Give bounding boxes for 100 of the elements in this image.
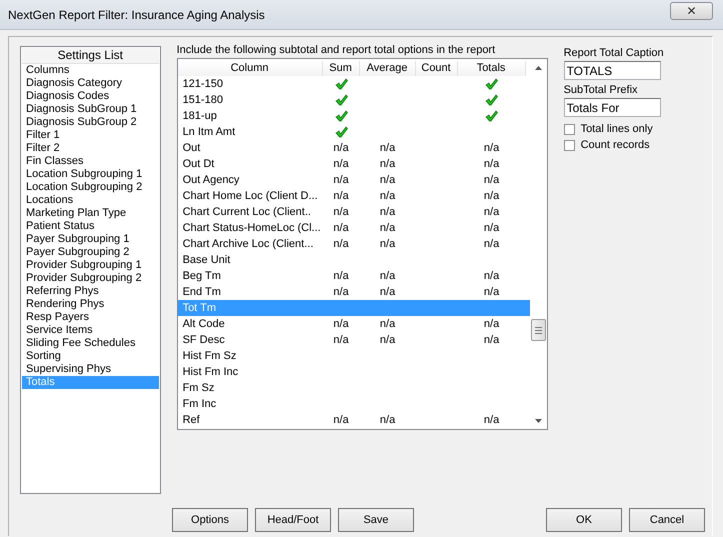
field-label: Report Total Caption [564,47,665,60]
table-row[interactable]: 151-180 [178,92,530,108]
table-cell: n/a [333,334,349,346]
table-cell: n/a [333,142,349,154]
table-row[interactable]: Out Dt n/a n/a n/a [178,156,530,172]
table-cell: n/a [484,190,500,202]
table-row[interactable]: Chart Archive Loc (Client... n/a n/a n/a [178,236,530,252]
settings-list-item[interactable]: Diagnosis SubGroup 2 [22,116,159,129]
scroll-up-icon[interactable] [534,66,542,70]
table-row[interactable]: Base Unit [178,252,530,268]
table-row[interactable]: 121-150 [178,76,530,92]
row-label: Chart Archive Loc (Client... [182,238,314,250]
table-row[interactable]: Fm Sz [178,380,530,396]
table-cell: n/a [484,318,500,330]
table-row[interactable]: Alt Code n/a n/a n/a [178,316,530,332]
settings-list-item[interactable]: Provider Subgrouping 1 [22,259,159,272]
close-button[interactable]: ✕ [670,2,713,20]
settings-list-item[interactable]: Provider Subgrouping 2 [22,272,159,285]
settings-list-item[interactable]: Filter 2 [22,142,159,155]
row-label: Out [182,142,200,154]
settings-list-item[interactable]: Sliding Fee Schedules [22,337,159,350]
table-cell: n/a [380,158,396,170]
row-label: Hist Fm Sz [182,350,236,362]
settings-list-item[interactable]: Diagnosis Category [22,77,159,90]
checkmark-icon [485,78,498,90]
settings-list-item[interactable]: Location Subgrouping 2 [22,181,159,194]
table-cell: n/a [484,270,500,282]
row-label: Chart Home Loc (Client D... [182,190,318,202]
table-row[interactable]: Chart Current Loc (Client.. n/a n/a n/a [178,204,530,220]
settings-list-item[interactable]: Locations [22,194,159,207]
table-row[interactable]: Beg Tm n/a n/a n/a [178,268,530,284]
table-row[interactable]: 181-up [178,108,530,124]
dialog-button[interactable]: Head/Foot [255,508,331,532]
table-row[interactable]: Ln Itm Amt [178,124,530,140]
table-cell: n/a [380,334,396,346]
settings-list-item[interactable]: Patient Status [22,220,159,233]
table-row[interactable]: Out Agency n/a n/a n/a [178,172,530,188]
dialog-button[interactable]: OK [546,508,622,532]
text-field[interactable]: TOTALS [564,61,661,80]
settings-list-item[interactable]: Rendering Phys [22,298,159,311]
table-cell: n/a [484,286,500,298]
settings-list-item[interactable]: Resp Payers [22,311,159,324]
settings-list-item[interactable]: Fin Classes [22,155,159,168]
settings-list-item[interactable]: Supervising Phys [22,363,159,376]
settings-list-item[interactable]: Filter 1 [22,129,159,142]
table-cell: n/a [380,222,396,234]
column-header[interactable]: Count [416,60,458,76]
column-header[interactable]: Column [178,60,323,76]
scroll-thumb[interactable] [530,319,546,341]
column-header[interactable]: Sum [322,60,360,76]
table-row[interactable]: Fm Inc [178,396,530,412]
table-row[interactable]: Chart Home Loc (Client D... n/a n/a n/a [178,188,530,204]
list-header: Settings List [22,48,159,64]
dialog-button[interactable]: Options [172,508,248,532]
settings-list-item[interactable]: Referring Phys [22,285,159,298]
table-cell: n/a [380,206,396,218]
row-label: Chart Status-HomeLoc (Cl... [182,222,321,234]
checkmark-icon [334,126,348,138]
dialog-button[interactable]: Save [338,508,414,532]
table-cell: n/a [333,174,349,186]
settings-list-item[interactable]: Payer Subgrouping 2 [22,246,159,259]
table-cell: n/a [380,286,396,298]
scroll-down-icon[interactable] [534,418,542,422]
table-cell: n/a [484,334,500,346]
table-cell: n/a [484,142,500,154]
row-label: Tot Tm [182,302,216,314]
column-header[interactable]: Average [360,60,416,76]
settings-list-item[interactable]: Columns [22,64,159,77]
checkmark-icon [334,78,348,90]
checkbox[interactable] [564,124,575,134]
table-cell: n/a [484,206,500,218]
table-row[interactable]: Ref n/a n/a n/a [178,412,530,428]
settings-list-item[interactable]: Service Items [22,324,159,337]
checkbox[interactable] [564,140,575,150]
settings-list-item[interactable]: Marketing Plan Type [22,207,159,220]
window-title: NextGen Report Filter: Insurance Aging Analysis [8,8,265,22]
dialog-button[interactable]: Cancel [629,508,705,532]
settings-list-item[interactable]: Sorting [22,350,159,363]
table-row[interactable]: Hist Fm Sz [178,348,530,364]
checkmark-icon [485,94,498,106]
table-cell: n/a [484,238,500,250]
table-row[interactable]: End Tm n/a n/a n/a [178,284,530,300]
table-cell: n/a [333,286,349,298]
settings-list-item[interactable]: Diagnosis SubGroup 1 [22,103,159,116]
checkmark-icon [334,94,348,106]
table-row[interactable]: Hist Fm Inc [178,364,530,380]
row-label: Fm Sz [182,382,214,394]
text-field[interactable]: Totals For [564,98,661,117]
row-label: Ref [182,414,200,426]
row-label: Beg Tm [182,270,221,282]
settings-list-item[interactable]: Payer Subgrouping 1 [22,233,159,246]
table-cell: n/a [380,414,396,426]
settings-list-item[interactable]: Diagnosis Codes [22,90,159,103]
column-header[interactable]: Totals [458,60,526,76]
table-row[interactable]: Chart Status-HomeLoc (Cl... n/a n/a n/a [178,220,530,236]
row-label: Fm Inc [182,398,216,410]
settings-list-item[interactable]: Location Subgrouping 1 [22,168,159,181]
table-row[interactable]: Out n/a n/a n/a [178,140,530,156]
table-cell: n/a [484,222,500,234]
table-row[interactable]: SF Desc n/a n/a n/a [178,332,530,348]
